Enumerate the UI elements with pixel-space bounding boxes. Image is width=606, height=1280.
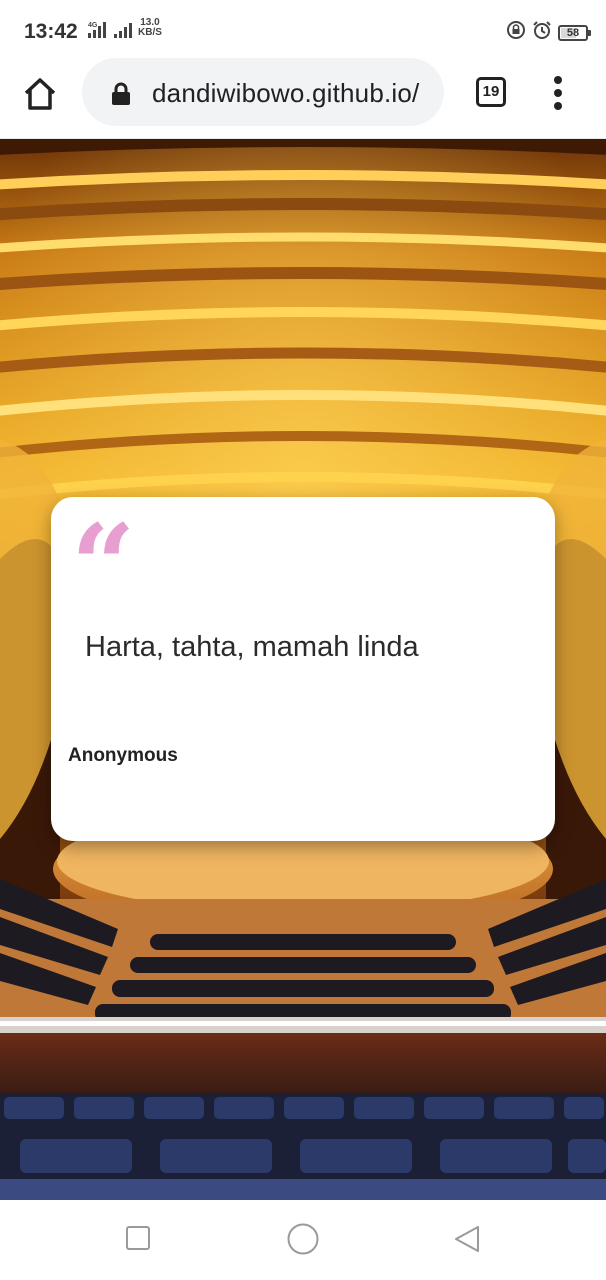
lock-icon[interactable] <box>110 81 132 112</box>
home-icon[interactable] <box>20 74 60 114</box>
alarm-icon <box>532 20 552 45</box>
address-bar[interactable]: dandiwibowo.github.io/ <box>82 58 444 126</box>
status-bar: 13:42 4G 13.0 KB/S 58 <box>0 0 606 52</box>
quote-text: Harta, tahta, mamah linda <box>85 631 419 663</box>
quote-author: Anonymous <box>68 745 178 766</box>
signal-icon: 4G <box>86 20 136 45</box>
back-triangle-icon[interactable] <box>452 1224 482 1259</box>
recents-square-icon[interactable] <box>124 1224 152 1257</box>
network-speed: 13.0 KB/S <box>138 18 162 38</box>
page-content: “ Harta, tahta, mamah linda Anonymous <box>0 139 606 1200</box>
more-vert-icon[interactable] <box>546 76 570 110</box>
tabs-icon[interactable]: 19 <box>476 77 506 107</box>
status-icons: 58 <box>506 20 591 45</box>
system-nav-bar <box>0 1200 606 1280</box>
speed-unit: KB/S <box>138 27 162 38</box>
lock-rotation-icon <box>506 20 526 45</box>
quote-mark-icon: “ <box>71 501 136 632</box>
quote-card: “ Harta, tahta, mamah linda Anonymous <box>51 497 555 841</box>
browser-toolbar: dandiwibowo.github.io/ 19 <box>0 52 606 139</box>
svg-text:4G: 4G <box>88 22 98 29</box>
battery-level: 58 <box>566 26 580 39</box>
status-time: 13:42 <box>24 20 78 43</box>
home-circle-icon[interactable] <box>286 1222 320 1261</box>
tab-count: 19 <box>482 83 500 100</box>
url-text[interactable]: dandiwibowo.github.io/ <box>152 78 419 109</box>
battery-icon: 58 <box>558 24 591 41</box>
